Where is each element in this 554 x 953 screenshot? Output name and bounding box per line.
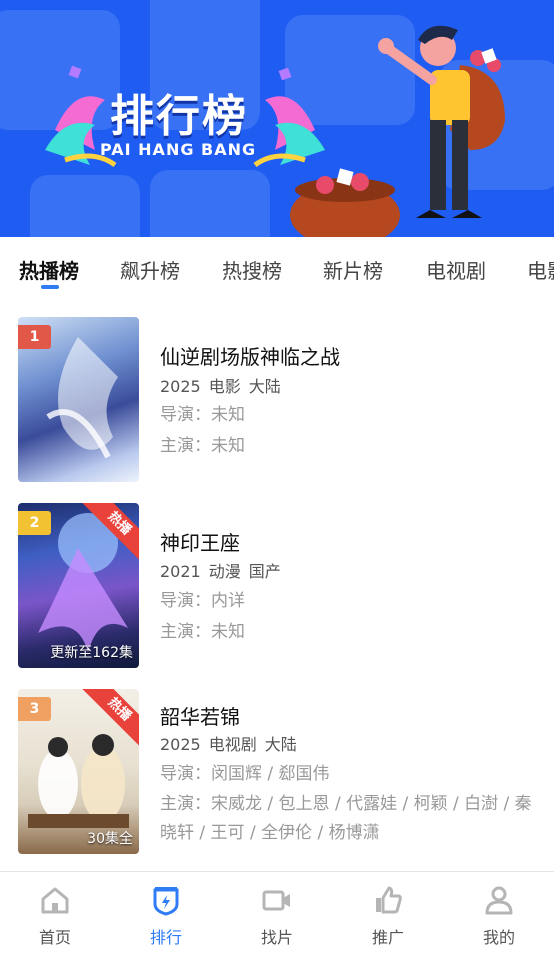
item-genre: 动漫 [208,562,241,581]
item-region: 大陆 [248,377,281,396]
item-title[interactable]: 神印王座 [160,527,240,556]
episode-status: 30集全 [87,831,133,847]
item-genre: 电影 [208,377,241,396]
nav-find[interactable]: 找片 [222,872,332,953]
item-director: 导演：未知 [160,405,245,425]
rank-badge: 3 [18,697,51,721]
active-tab-indicator [41,285,59,289]
nav-ranking[interactable]: 排行 [111,872,221,953]
banner-subtitle: PAI HANG BANG [100,140,257,159]
ranking-banner: 排行榜 PAI HANG BANG [0,0,554,237]
item-meta: 2021 动漫 国产 [160,558,289,582]
nav-mine[interactable]: 我的 [444,872,554,953]
item-title[interactable]: 韶华若锦 [160,701,240,730]
banner-title: 排行榜 [110,91,248,142]
nav-label: 排行 [149,928,182,947]
thumbs-up-icon [376,886,402,914]
tab-tv-series[interactable]: 电视剧 [426,255,486,284]
list-item[interactable]: 1 仙逆剧场版神临之战 2025 电影 大陆 导演：未知 主演：未知 [0,317,554,483]
tab-new-release[interactable]: 新片榜 [323,255,383,284]
tab-hot-search[interactable]: 热搜榜 [222,255,282,284]
item-year: 2025 [160,377,201,396]
item-cast: 主演：未知 [160,436,245,456]
list-item[interactable]: 2 热播 更新至162集 神印王座 2021 动漫 国产 导演：内详 主演：未知 [0,503,554,669]
item-year: 2025 [160,735,201,754]
item-director: 导演：内详 [160,591,245,611]
item-year: 2021 [160,562,201,581]
nav-label: 首页 [38,928,71,947]
poster-image[interactable]: 1 [18,317,139,482]
nav-home[interactable]: 首页 [0,872,110,953]
item-cast: 主演：宋威龙 / 包上恩 / 代露娃 / 柯颖 / 白澍 / 秦晓轩 / 王可 … [160,794,532,843]
tab-rising[interactable]: 飙升榜 [120,255,180,284]
tab-movie[interactable]: 电影 [527,255,554,284]
ranking-tabs: 热播榜 飙升榜 热搜榜 新片榜 电视剧 电影 [0,237,554,297]
video-camera-icon [262,890,290,911]
item-region: 国产 [248,562,281,581]
item-region: 大陆 [264,735,297,754]
nav-label: 我的 [482,928,515,947]
nav-promote[interactable]: 推广 [333,872,443,953]
episode-status: 更新至162集 [50,645,133,661]
list-item[interactable]: 3 热播 30集全 韶华若锦 2025 电视剧 大陆 导演：闵国辉 / 郄国伟 主演… [0,689,554,855]
poster-image[interactable]: 3 热播 30集全 [18,689,139,854]
rank-badge: 2 [18,511,51,535]
nav-label: 推广 [371,928,404,947]
nav-label: 找片 [260,928,293,947]
ranking-icon [153,887,179,916]
rank-badge: 1 [18,325,51,349]
item-meta: 2025 电影 大陆 [160,373,289,397]
home-icon [41,887,69,914]
item-director: 导演：闵国辉 / 郄国伟 [160,764,330,784]
banner-title-group: 排行榜 PAI HANG BANG [40,60,330,170]
banner-character-illustration [290,25,505,237]
item-genre: 电视剧 [208,735,257,754]
bottom-navigation: 首页 排行 找片 推广 我的 [0,871,554,953]
user-icon [485,886,513,915]
item-cast: 主演：未知 [160,622,245,642]
item-title[interactable]: 仙逆剧场版神临之战 [160,341,340,370]
tab-hot-play[interactable]: 热播榜 [19,255,79,284]
item-meta: 2025 电视剧 大陆 [160,731,305,755]
poster-image[interactable]: 2 热播 更新至162集 [18,503,139,668]
